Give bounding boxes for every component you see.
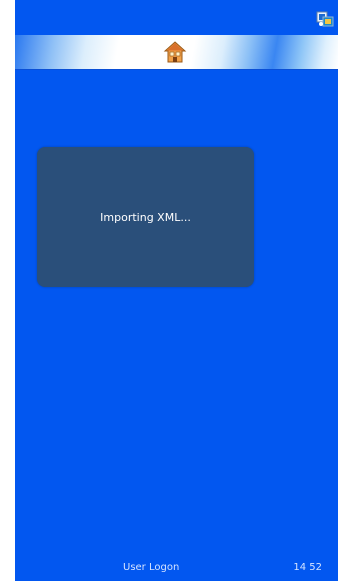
status-bar: [15, 0, 338, 35]
user-logon-link[interactable]: User Logon: [123, 562, 179, 573]
dialog-message: Importing XML...: [100, 211, 191, 224]
device-screen: Importing XML... User Logon 14 52: [15, 0, 338, 581]
header-bar: [15, 35, 338, 70]
footer-bar: User Logon 14 52: [15, 557, 338, 581]
home-icon[interactable]: [163, 40, 187, 64]
network-icon[interactable]: [316, 8, 334, 28]
clock: 14 52: [293, 562, 322, 573]
import-progress-dialog: Importing XML...: [37, 147, 254, 287]
